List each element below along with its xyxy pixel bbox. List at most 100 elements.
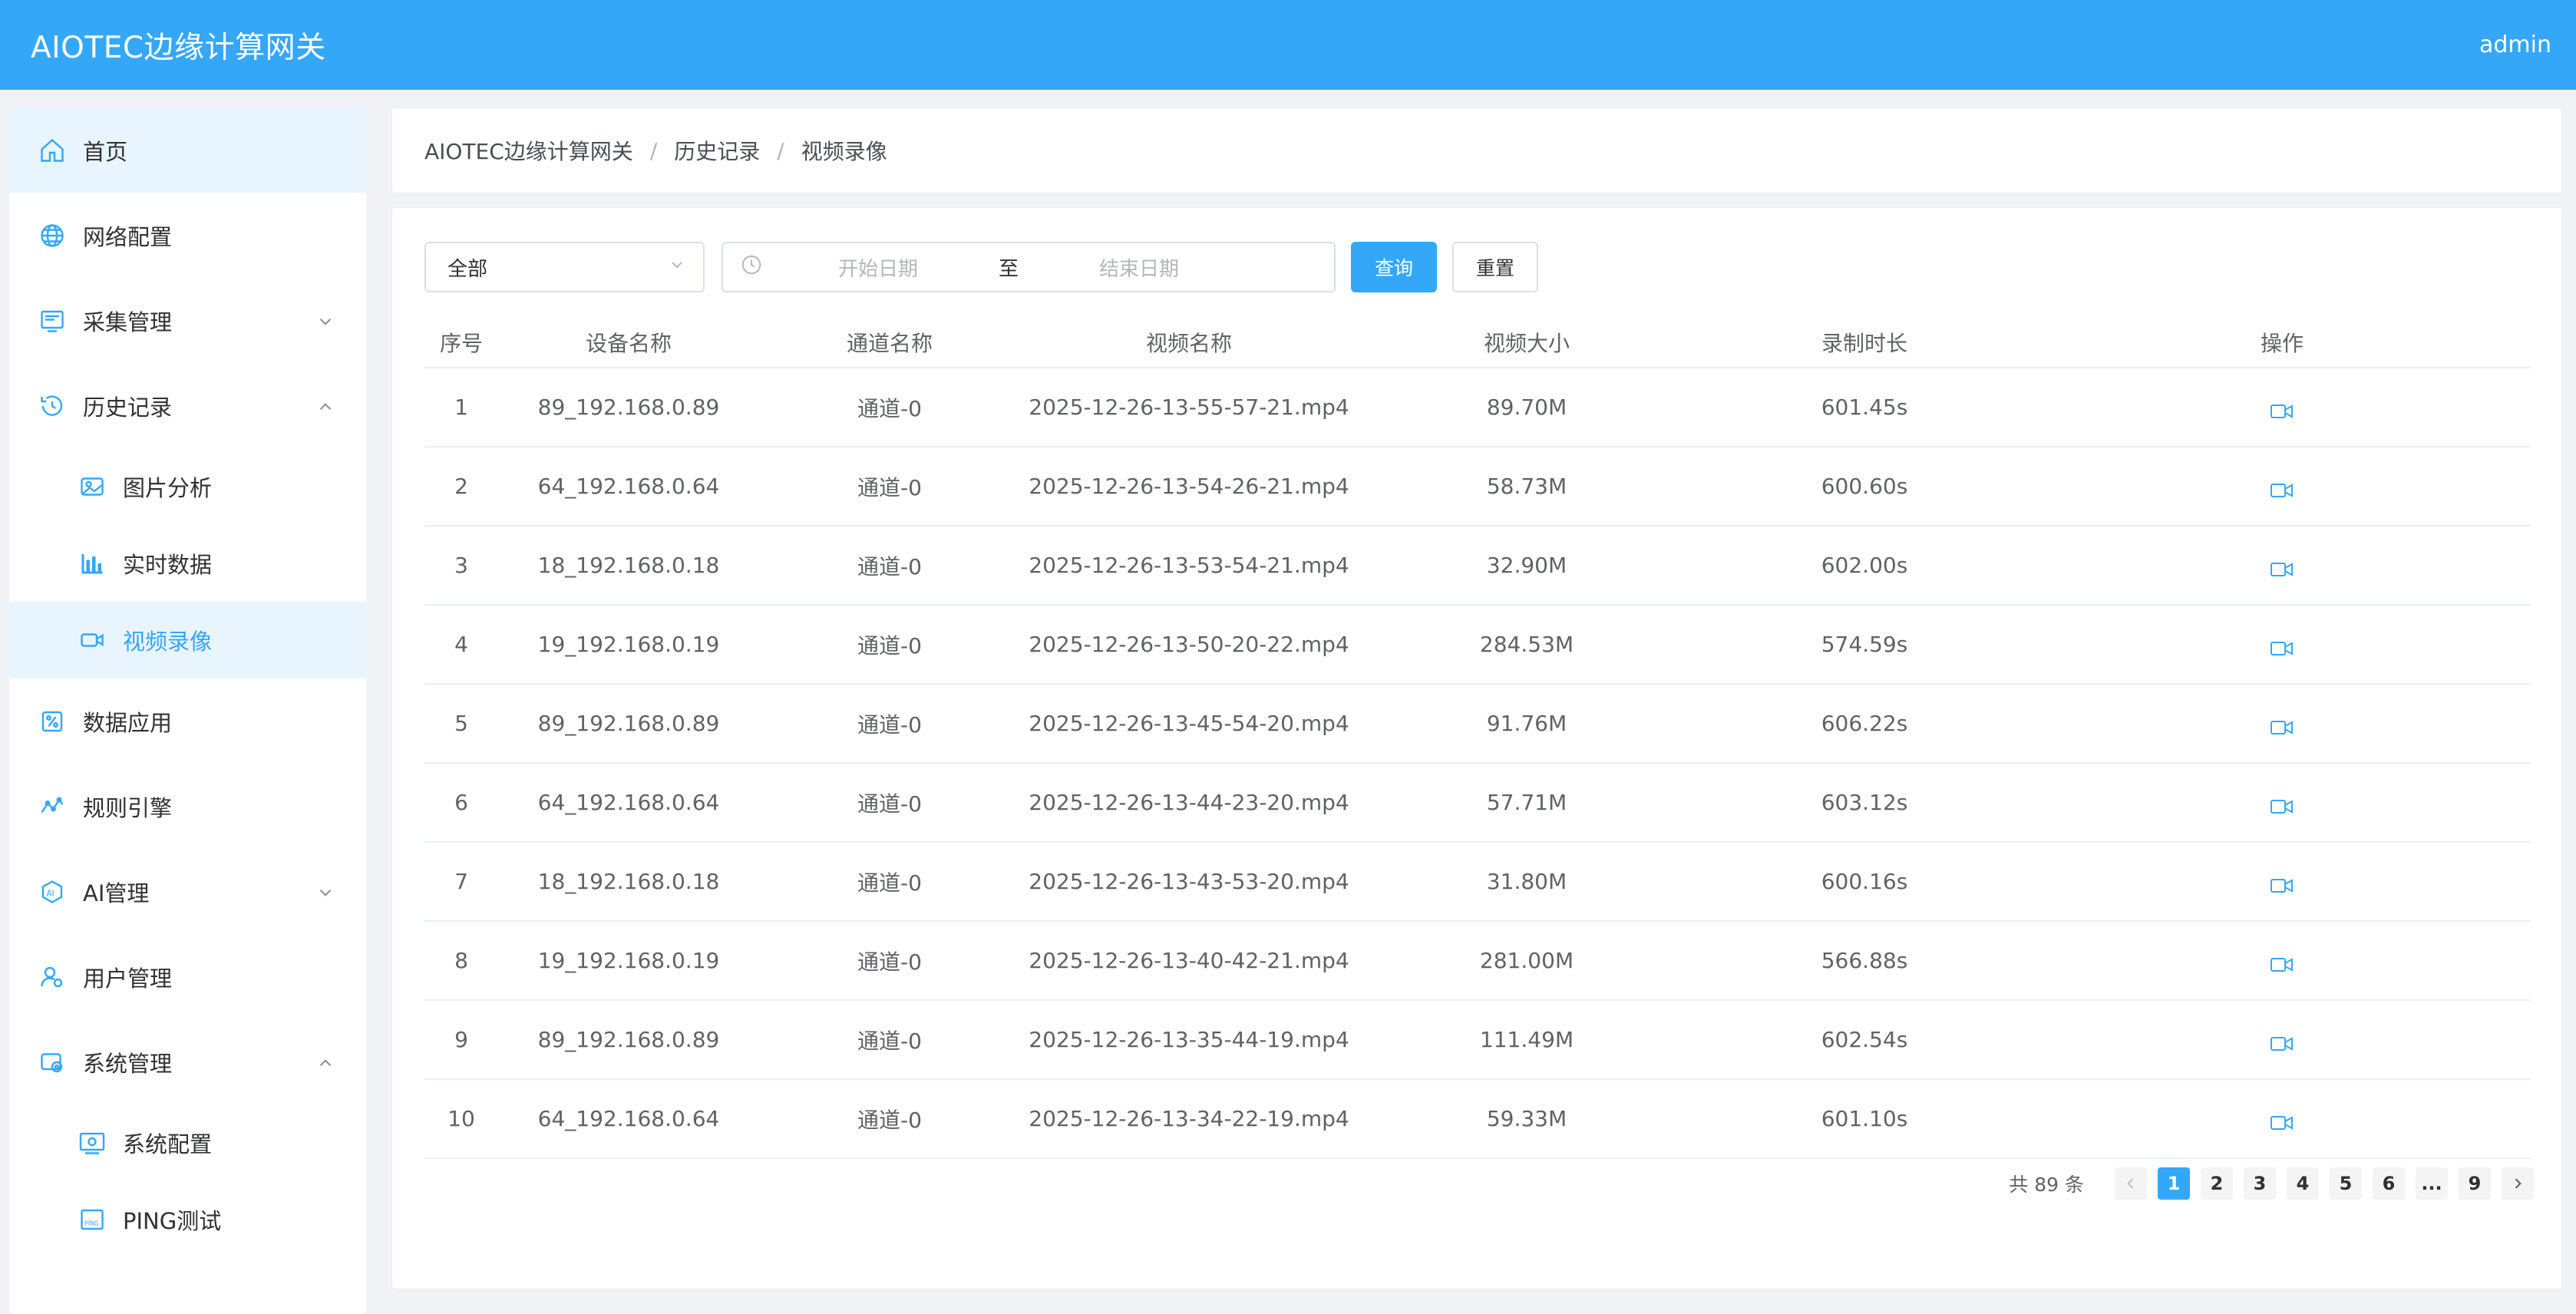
cell-channel: 通道-0 (759, 921, 1020, 1001)
cell-channel: 通道-0 (759, 368, 1020, 447)
cell-actions (2033, 605, 2531, 685)
col-header-channel: 通道名称 (759, 317, 1020, 368)
play-video-icon[interactable] (2271, 400, 2294, 418)
system-config-icon (77, 1127, 107, 1158)
sidebar-item-system[interactable]: 系统管理 (9, 1019, 366, 1104)
play-video-icon[interactable] (2271, 637, 2294, 655)
rule-icon (37, 791, 68, 822)
breadcrumb: AIOTEC边缘计算网关 / 历史记录 / 视频录像 (391, 107, 2562, 193)
device-select-value: 全部 (447, 257, 488, 281)
cell-device: 18_192.168.0.18 (498, 526, 759, 606)
cell-channel: 通道-0 (759, 447, 1020, 527)
sidebar-item-label: 视频录像 (123, 629, 213, 655)
sidebar-item-label: 数据应用 (83, 709, 173, 736)
page-button[interactable]: 2 (2201, 1167, 2233, 1200)
table-row: 1 89_192.168.0.89 通道-0 2025-12-26-13-55-… (424, 368, 2531, 447)
breadcrumb-item-home[interactable]: AIOTEC边缘计算网关 (424, 135, 633, 166)
col-header-actions: 操作 (2033, 317, 2531, 368)
globe-icon (37, 220, 68, 251)
cell-device: 19_192.168.0.19 (498, 921, 759, 1001)
cell-device: 64_192.168.0.64 (498, 447, 759, 527)
video-table: 序号 设备名称 通道名称 视频名称 视频大小 录制时长 操作 1 89_192.… (424, 317, 2531, 1159)
device-select[interactable]: 全部 (424, 242, 705, 292)
cell-duration: 574.59s (1696, 605, 2033, 685)
query-button[interactable]: 查询 (1351, 242, 1437, 292)
end-date-input[interactable]: 结束日期 (1024, 253, 1254, 282)
next-page-button[interactable] (2502, 1167, 2534, 1200)
cell-actions (2033, 447, 2531, 527)
cell-channel: 通道-0 (759, 605, 1020, 685)
reset-button[interactable]: 重置 (1452, 242, 1538, 292)
cell-device: 64_192.168.0.64 (498, 1079, 759, 1159)
table-row: 2 64_192.168.0.64 通道-0 2025-12-26-13-54-… (424, 447, 2531, 527)
page-button[interactable]: 4 (2287, 1167, 2319, 1200)
play-video-icon[interactable] (2271, 795, 2294, 814)
sidebar-item-label: 规则引擎 (83, 794, 173, 821)
play-video-icon[interactable] (2271, 1111, 2294, 1130)
cell-index: 10 (424, 1079, 498, 1159)
sidebar-item-label: 图片分析 (123, 475, 213, 501)
play-video-icon[interactable] (2271, 558, 2294, 576)
cell-video-size: 59.33M (1358, 1079, 1696, 1159)
table-row: 5 89_192.168.0.89 通道-0 2025-12-26-13-45-… (424, 684, 2531, 764)
table-row: 8 19_192.168.0.19 通道-0 2025-12-26-13-40-… (424, 921, 2531, 1001)
cell-duration: 600.16s (1696, 842, 2033, 922)
page-ellipsis[interactable]: ... (2416, 1167, 2448, 1200)
sidebar-item-realtime-data[interactable]: 实时数据 (9, 525, 366, 602)
sidebar-item-video-recording[interactable]: 视频录像 (9, 602, 366, 678)
cell-index: 4 (424, 605, 498, 685)
sidebar-item-home[interactable]: 首页 (9, 107, 366, 193)
sidebar-item-system-config[interactable]: 系统配置 (9, 1104, 366, 1181)
col-header-index: 序号 (424, 317, 498, 368)
prev-page-button[interactable] (2115, 1167, 2147, 1200)
cell-video-name: 2025-12-26-13-40-42-21.mp4 (1020, 921, 1358, 1001)
start-date-input[interactable]: 开始日期 (763, 253, 993, 282)
page-button[interactable]: 3 (2244, 1167, 2276, 1200)
cell-video-size: 57.71M (1358, 763, 1696, 843)
cell-video-name: 2025-12-26-13-45-54-20.mp4 (1020, 684, 1358, 764)
page-button[interactable]: 9 (2459, 1167, 2491, 1200)
table-header-row: 序号 设备名称 通道名称 视频名称 视频大小 录制时长 操作 (424, 317, 2531, 368)
cell-video-size: 58.73M (1358, 447, 1696, 527)
cell-video-size: 32.90M (1358, 526, 1696, 606)
table-row: 7 18_192.168.0.18 通道-0 2025-12-26-13-43-… (424, 842, 2531, 922)
chevron-down-icon (315, 882, 335, 902)
page-button[interactable]: 6 (2373, 1167, 2405, 1200)
breadcrumb-item-current: 视频录像 (801, 139, 887, 164)
user-menu[interactable]: admin (2479, 31, 2551, 58)
date-range-picker[interactable]: 开始日期 至 结束日期 (722, 242, 1336, 292)
col-header-video-size: 视频大小 (1358, 317, 1696, 368)
sidebar-item-users[interactable]: 用户管理 (9, 934, 366, 1019)
sidebar-item-collect[interactable]: 采集管理 (9, 278, 366, 363)
pagination: 共 89 条 1 2 3 4 5 6 ... 9 (2009, 1166, 2534, 1201)
sidebar-item-label: 用户管理 (83, 965, 173, 992)
play-video-icon[interactable] (2271, 953, 2294, 972)
play-video-icon[interactable] (2271, 874, 2294, 893)
svg-text:PING: PING (84, 1220, 98, 1227)
breadcrumb-item-history[interactable]: 历史记录 (674, 135, 760, 166)
data-app-icon (37, 706, 68, 737)
page-button[interactable]: 5 (2330, 1167, 2362, 1200)
sidebar-item-label: 网络配置 (83, 223, 173, 250)
filter-bar: 全部 开始日期 至 结束日期 查询 重置 (424, 242, 1538, 292)
table-row: 9 89_192.168.0.89 通道-0 2025-12-26-13-35-… (424, 1000, 2531, 1080)
sidebar-item-network[interactable]: 网络配置 (9, 193, 366, 278)
cell-device: 19_192.168.0.19 (498, 605, 759, 685)
sidebar-item-image-analysis[interactable]: 图片分析 (9, 448, 366, 525)
sidebar-item-ai[interactable]: AI AI管理 (9, 849, 366, 934)
history-icon (37, 391, 68, 421)
cell-video-name: 2025-12-26-13-54-26-21.mp4 (1020, 447, 1358, 527)
play-video-icon[interactable] (2271, 1032, 2294, 1051)
play-video-icon[interactable] (2271, 716, 2294, 735)
cell-duration: 606.22s (1696, 684, 2033, 764)
cell-video-name: 2025-12-26-13-43-53-20.mp4 (1020, 842, 1358, 922)
sidebar-item-rule-engine[interactable]: 规则引擎 (9, 764, 366, 849)
date-range-separator: 至 (998, 257, 1019, 281)
sidebar-item-ping-test[interactable]: PING PING测试 (9, 1181, 366, 1258)
page-button[interactable]: 1 (2158, 1167, 2190, 1200)
sidebar-item-history[interactable]: 历史记录 (9, 363, 366, 448)
sidebar-item-data-app[interactable]: 数据应用 (9, 678, 366, 764)
cell-device: 18_192.168.0.18 (498, 842, 759, 922)
chevron-down-icon (315, 311, 335, 331)
play-video-icon[interactable] (2271, 479, 2294, 497)
